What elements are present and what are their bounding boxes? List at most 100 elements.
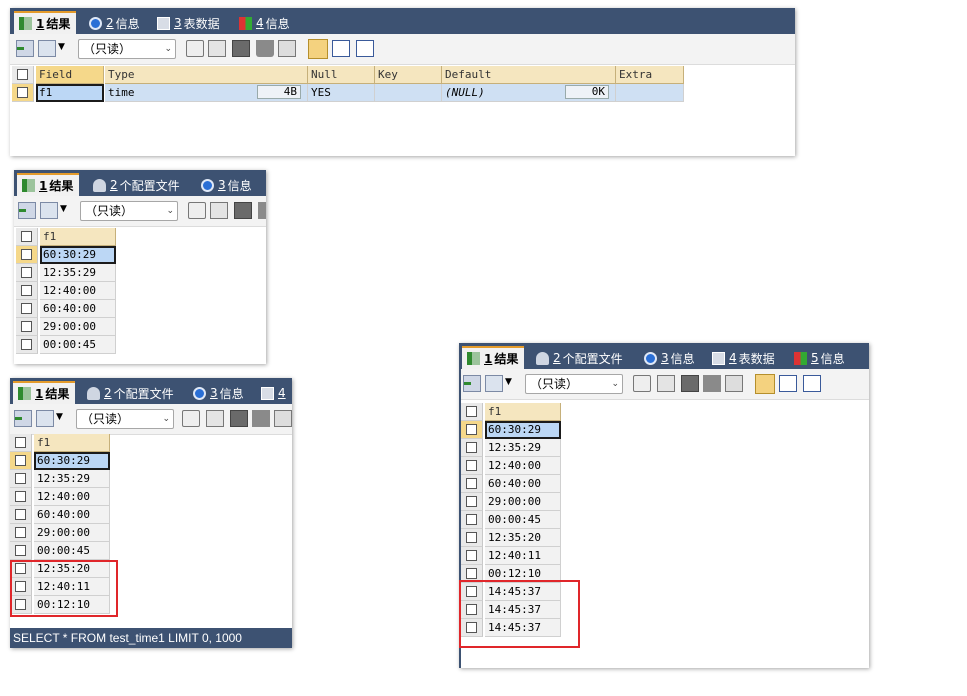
table-row[interactable]: 60:40:00: [16, 300, 116, 318]
table-row[interactable]: 12:40:00: [10, 488, 110, 506]
row-checkbox[interactable]: [461, 511, 483, 529]
save-icon[interactable]: [230, 410, 248, 427]
duplicate-icon[interactable]: [208, 40, 226, 57]
tab-table-data[interactable]: 4 表数据: [707, 347, 781, 369]
row-checkbox[interactable]: [461, 439, 483, 457]
time-cell[interactable]: 60:40:00: [485, 475, 561, 493]
column-header[interactable]: f1: [34, 434, 110, 452]
delete-icon[interactable]: [258, 202, 266, 219]
select-all-checkbox[interactable]: [16, 228, 38, 246]
row-checkbox[interactable]: [461, 457, 483, 475]
add-row-icon[interactable]: [463, 375, 481, 392]
table-row[interactable]: 12:35:20: [461, 529, 561, 547]
chevron-down-icon[interactable]: ▼: [56, 412, 63, 422]
table-row[interactable]: 00:00:45: [10, 542, 110, 560]
copy-row-icon[interactable]: [485, 375, 503, 392]
row-checkbox[interactable]: [461, 421, 483, 439]
table-row[interactable]: 60:40:00: [10, 506, 110, 524]
column-header[interactable]: Default: [442, 66, 616, 84]
chevron-down-icon[interactable]: ▼: [505, 377, 512, 387]
duplicate-icon[interactable]: [210, 202, 228, 219]
time-cell[interactable]: 60:30:29: [34, 452, 110, 470]
new-record-icon[interactable]: [186, 40, 204, 57]
text-view-icon[interactable]: [803, 375, 821, 392]
table-row[interactable]: 00:00:45: [461, 511, 561, 529]
type-cell[interactable]: time 4B: [105, 84, 308, 102]
row-checkbox[interactable]: [10, 488, 32, 506]
copy-row-icon[interactable]: [38, 40, 56, 57]
row-checkbox[interactable]: [16, 246, 38, 264]
table-row[interactable]: 12:35:29: [16, 264, 116, 282]
tab-table-data[interactable]: 4: [256, 382, 292, 404]
table-row[interactable]: 29:00:00: [10, 524, 110, 542]
add-row-icon[interactable]: [16, 40, 34, 57]
row-checkbox[interactable]: [10, 506, 32, 524]
tab-table-data[interactable]: 3 表数据: [152, 12, 226, 34]
table-row[interactable]: 00:00:45: [16, 336, 116, 354]
row-checkbox[interactable]: [461, 547, 483, 565]
tab-info[interactable]: 3 信息: [188, 382, 250, 404]
delete-icon[interactable]: [703, 375, 721, 392]
time-cell[interactable]: 12:35:29: [40, 264, 116, 282]
time-cell[interactable]: 00:00:45: [40, 336, 116, 354]
time-cell[interactable]: 12:40:11: [485, 547, 561, 565]
tab-info[interactable]: 3 信息: [196, 174, 258, 196]
time-cell[interactable]: 60:40:00: [34, 506, 110, 524]
tab-profiles[interactable]: 2 个配置文件: [88, 174, 186, 196]
tab-info-2[interactable]: 4 信息: [234, 12, 296, 34]
select-all-checkbox[interactable]: [12, 66, 34, 84]
table-row[interactable]: 12:40:00: [461, 457, 561, 475]
tab-result[interactable]: 1 结果: [14, 11, 77, 34]
grid-view-icon[interactable]: [755, 374, 775, 394]
tab-result[interactable]: 1 结果: [13, 381, 76, 404]
row-checkbox[interactable]: [16, 318, 38, 336]
text-view-icon[interactable]: [356, 40, 374, 57]
table-row[interactable]: 60:30:29: [461, 421, 561, 439]
table-row[interactable]: 12:40:00: [16, 282, 116, 300]
cancel-icon[interactable]: [725, 375, 743, 392]
null-cell[interactable]: YES: [308, 84, 375, 102]
mode-select[interactable]: （只读） ⌄: [78, 39, 176, 59]
tab-info-2[interactable]: 5 信息: [789, 347, 851, 369]
select-all-checkbox[interactable]: [461, 403, 483, 421]
row-checkbox[interactable]: [16, 264, 38, 282]
row-checkbox[interactable]: [12, 84, 34, 102]
row-checkbox[interactable]: [10, 452, 32, 470]
time-cell[interactable]: 29:00:00: [34, 524, 110, 542]
tab-result[interactable]: 1 结果: [462, 346, 525, 369]
add-row-icon[interactable]: [14, 410, 32, 427]
time-cell[interactable]: 12:35:29: [485, 439, 561, 457]
new-record-icon[interactable]: [182, 410, 200, 427]
time-cell[interactable]: 29:00:00: [485, 493, 561, 511]
table-row[interactable]: 12:35:29: [461, 439, 561, 457]
table-row[interactable]: 60:30:29: [16, 246, 116, 264]
time-cell[interactable]: 12:40:00: [34, 488, 110, 506]
save-icon[interactable]: [234, 202, 252, 219]
key-cell[interactable]: [375, 84, 442, 102]
new-record-icon[interactable]: [633, 375, 651, 392]
tab-result[interactable]: 1 结果: [17, 173, 80, 196]
column-header[interactable]: Type: [105, 66, 308, 84]
default-cell[interactable]: (NULL) 0K: [442, 84, 616, 102]
time-cell[interactable]: 12:35:29: [34, 470, 110, 488]
table-row[interactable]: 12:40:11: [461, 547, 561, 565]
duplicate-icon[interactable]: [206, 410, 224, 427]
row-checkbox[interactable]: [16, 282, 38, 300]
chevron-down-icon[interactable]: ▼: [58, 42, 65, 52]
column-header[interactable]: Extra: [616, 66, 684, 84]
row-checkbox[interactable]: [16, 300, 38, 318]
tab-profiles[interactable]: 2 个配置文件: [82, 382, 180, 404]
table-row[interactable]: 12:35:29: [10, 470, 110, 488]
tab-info[interactable]: 3 信息: [639, 347, 701, 369]
column-header[interactable]: Field: [36, 66, 104, 84]
cancel-icon[interactable]: [274, 410, 292, 427]
time-cell[interactable]: 00:00:45: [485, 511, 561, 529]
row-checkbox[interactable]: [10, 542, 32, 560]
row-checkbox[interactable]: [461, 529, 483, 547]
cancel-icon[interactable]: [278, 40, 296, 57]
time-cell[interactable]: 60:30:29: [40, 246, 116, 264]
select-all-checkbox[interactable]: [10, 434, 32, 452]
form-view-icon[interactable]: [779, 375, 797, 392]
add-row-icon[interactable]: [18, 202, 36, 219]
time-cell[interactable]: 60:40:00: [40, 300, 116, 318]
